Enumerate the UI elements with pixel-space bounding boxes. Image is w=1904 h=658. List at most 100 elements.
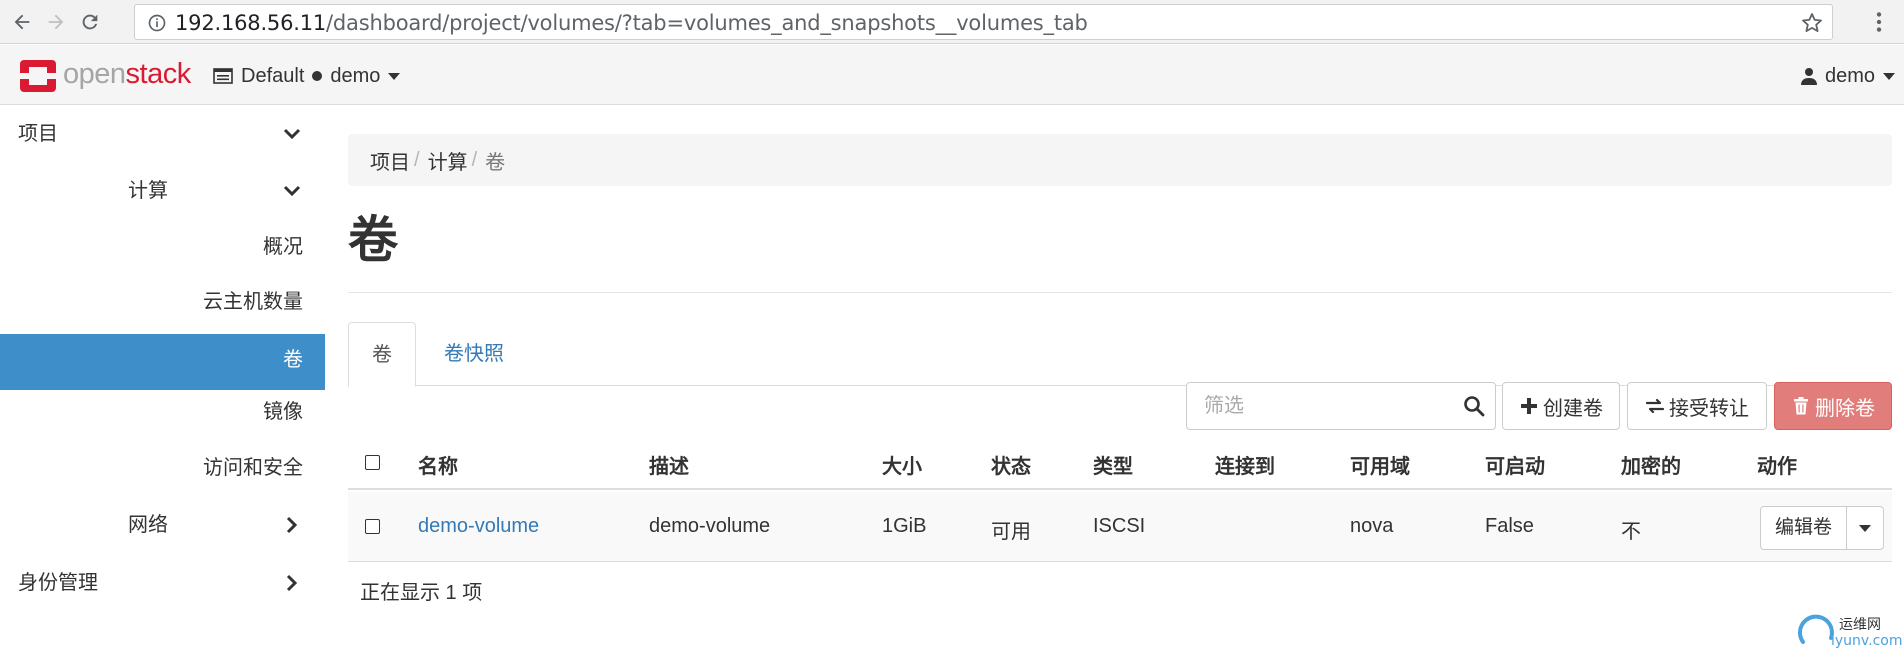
sidebar-item-overview[interactable]: 概况 <box>0 219 325 275</box>
browser-toolbar: 192.168.56.11/dashboard/project/volumes/… <box>0 0 1904 44</box>
search-icon[interactable] <box>1463 395 1485 417</box>
table-header: 名称 描述 大小 状态 类型 连接到 可用域 可启动 加密的 动作 <box>348 436 1892 490</box>
column-header-status[interactable]: 状态 <box>991 450 1031 479</box>
column-header-availability-zone[interactable]: 可用域 <box>1350 450 1410 479</box>
star-icon[interactable] <box>1800 11 1824 35</box>
sidebar-item-label: 身份管理 <box>18 572 98 594</box>
volume-encrypted: 不 <box>1621 521 1641 543</box>
volume-zone: nova <box>1350 515 1394 537</box>
column-header-type[interactable]: 类型 <box>1093 450 1133 479</box>
breadcrumb-current: 卷 <box>485 151 506 174</box>
breadcrumb-separator: / <box>471 148 478 171</box>
chevron-right-icon <box>286 516 298 534</box>
accept-transfer-label: 接受转让 <box>1669 397 1749 420</box>
edit-volume-button[interactable]: 编辑卷 <box>1761 507 1847 549</box>
volume-name-link[interactable]: demo-volume <box>418 515 539 538</box>
sidebar-item-label: 云主机数量 <box>203 291 303 313</box>
breadcrumb-item[interactable]: 项目 <box>370 146 410 175</box>
sidebar-item-label: 项目 <box>18 123 58 145</box>
watermark: 运维网 iyunv.com <box>1797 612 1902 654</box>
breadcrumb-item[interactable]: 计算 <box>428 146 468 175</box>
sidebar-item-identity[interactable]: 身份管理 <box>0 555 325 611</box>
openstack-logo-icon[interactable] <box>18 58 58 94</box>
volume-description: demo-volume <box>649 515 771 537</box>
volume-status: 可用 <box>991 521 1031 543</box>
reload-icon <box>82 14 98 30</box>
tab-volumes[interactable]: 卷 <box>348 322 416 387</box>
brand-open: open <box>63 58 126 90</box>
breadcrumb-separator: / <box>414 148 420 171</box>
domain-name: Default <box>241 64 305 87</box>
caret-down-icon <box>388 72 401 80</box>
sidebar-item-label: 访问和安全 <box>203 457 303 479</box>
filter-input[interactable] <box>1188 384 1448 428</box>
list-icon <box>213 68 233 84</box>
tab-bar: 卷 卷快照 <box>348 322 1892 387</box>
sidebar-item-label: 镜像 <box>263 401 303 423</box>
divider <box>348 292 1892 293</box>
chevron-down-icon <box>283 128 301 140</box>
project-switcher[interactable]: Default demo <box>213 63 401 89</box>
tab-volume-snapshots[interactable]: 卷快照 <box>444 322 504 386</box>
sidebar: 项目 计算 概况 云主机数量 卷 镜像 访问和安全 网络 身份管理 <box>0 106 325 658</box>
accept-transfer-button[interactable]: 接受转让 <box>1627 382 1767 430</box>
sidebar-item-label: 概况 <box>263 236 303 258</box>
caret-down-icon <box>1883 72 1896 80</box>
watermark-text: 运维网 <box>1839 617 1881 633</box>
back-button[interactable] <box>8 8 36 36</box>
brand-stack: stack <box>125 58 192 90</box>
plus-icon <box>1521 398 1537 414</box>
sidebar-item-images[interactable]: 镜像 <box>0 384 325 440</box>
address-bar[interactable]: 192.168.56.11/dashboard/project/volumes/… <box>134 4 1833 40</box>
url-path: /dashboard/project/volumes/?tab=volumes_… <box>326 11 1088 35</box>
column-header-description[interactable]: 描述 <box>649 450 689 479</box>
brand-name[interactable]: openstack <box>63 57 191 91</box>
caret-down-icon <box>1859 524 1871 532</box>
sidebar-item-instances[interactable]: 云主机数量 <box>0 274 325 330</box>
table-row: demo-volume demo-volume 1GiB 可用 ISCSI no… <box>348 492 1892 562</box>
row-checkbox[interactable] <box>365 519 380 534</box>
row-actions-dropdown-toggle[interactable] <box>1847 507 1883 549</box>
sidebar-item-compute[interactable]: 计算 <box>0 163 325 219</box>
volume-bootable: False <box>1485 515 1534 537</box>
sidebar-item-label: 卷 <box>283 349 303 371</box>
column-header-name[interactable]: 名称 <box>418 450 458 479</box>
sidebar-item-network[interactable]: 网络 <box>0 497 325 553</box>
user-icon <box>1801 68 1817 85</box>
volume-type: ISCSI <box>1093 515 1146 537</box>
url-text: 192.168.56.11/dashboard/project/volumes/… <box>175 12 1088 34</box>
reload-button[interactable] <box>76 8 104 36</box>
info-icon[interactable] <box>147 13 167 33</box>
arrow-right-icon <box>48 14 64 30</box>
page-title: 卷 <box>348 212 398 268</box>
column-header-encrypted[interactable]: 加密的 <box>1621 450 1681 479</box>
watermark-url: iyunv.com <box>1831 633 1903 649</box>
chevron-down-icon <box>283 185 301 197</box>
exchange-icon <box>1645 398 1665 414</box>
sidebar-item-access-security[interactable]: 访问和安全 <box>0 440 325 496</box>
row-action-group: 编辑卷 <box>1760 506 1884 550</box>
user-menu[interactable]: demo <box>1801 63 1896 89</box>
filter-field[interactable] <box>1186 382 1496 430</box>
project-name: demo <box>330 64 381 87</box>
delete-volumes-label: 删除卷 <box>1815 397 1875 420</box>
column-header-size[interactable]: 大小 <box>882 450 922 479</box>
more-vert-icon[interactable] <box>1866 9 1892 35</box>
delete-volumes-button[interactable]: 删除卷 <box>1774 382 1892 430</box>
breadcrumb: 项目 / 计算 / 卷 <box>348 134 1892 186</box>
separator-dot <box>312 71 323 81</box>
sidebar-item-project[interactable]: 项目 <box>0 106 325 162</box>
forward-button[interactable] <box>42 8 70 36</box>
create-volume-button[interactable]: 创建卷 <box>1502 382 1620 430</box>
sidebar-item-volumes[interactable]: 卷 <box>0 334 325 390</box>
sidebar-item-label: 计算 <box>128 180 168 202</box>
main-content: 项目 / 计算 / 卷 卷 卷 卷快照 创建卷 接受转让 删除卷 名称 描述 大… <box>348 106 1892 658</box>
create-volume-label: 创建卷 <box>1543 397 1603 420</box>
url-host: 192.168.56.11 <box>175 11 327 35</box>
arrow-left-icon <box>14 14 30 30</box>
column-header-bootable[interactable]: 可启动 <box>1485 450 1545 479</box>
select-all-checkbox[interactable] <box>365 455 380 470</box>
app-header: openstack Default demo demo <box>0 45 1904 105</box>
column-header-actions: 动作 <box>1757 456 1797 478</box>
column-header-attached-to[interactable]: 连接到 <box>1215 450 1275 479</box>
